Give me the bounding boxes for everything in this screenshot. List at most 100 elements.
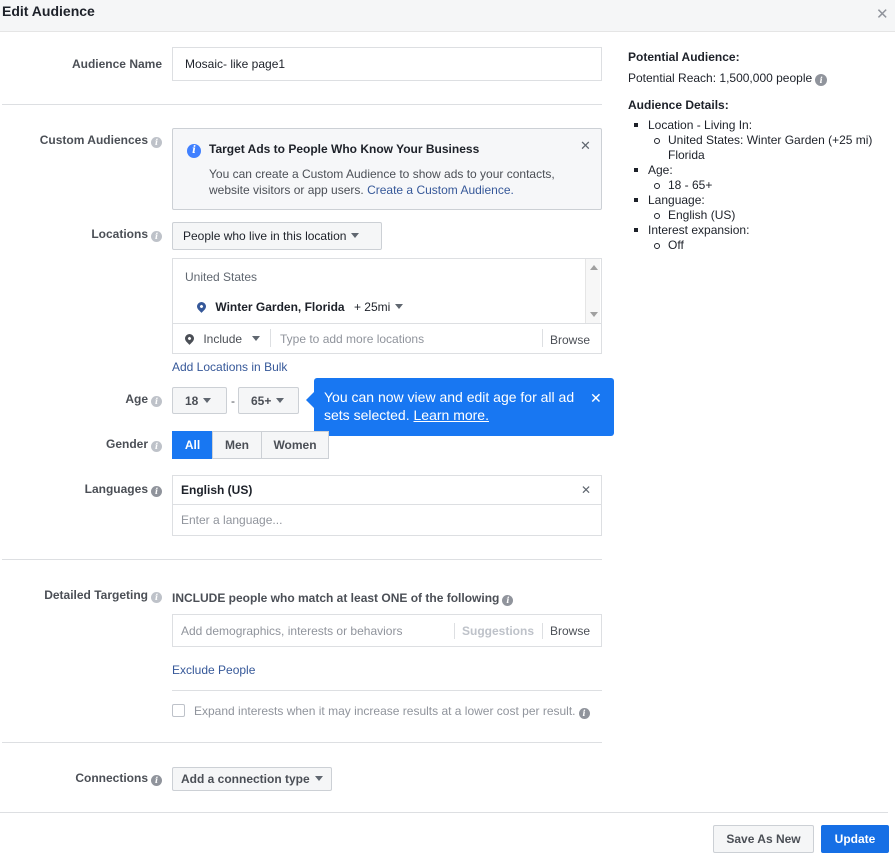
age-sublist: 18 - 65+ [654,178,890,193]
language-input[interactable]: Enter a language... [181,513,282,527]
expand-interests-checkbox[interactable] [172,704,185,717]
dialog-title: Edit Audience [2,3,95,19]
detail-location-state: Florida [668,148,705,162]
save-as-new-button[interactable]: Save As New [713,825,814,853]
list-item: United States: Winter Garden (+25 mi) Flo… [654,133,890,163]
detail-interest-heading: Interest expansion: [648,223,750,237]
language-selected: English (US) [181,483,253,497]
list-item: Location - Living In: United States: Win… [634,118,890,163]
connection-type-dropdown[interactable]: Add a connection type [172,767,332,791]
dialog-header: Edit Audience ✕ [0,0,895,32]
footer-divider [0,812,888,813]
age-label: Age i [125,392,162,407]
chevron-down-icon [276,398,285,403]
detail-language-value: English (US) [668,208,736,222]
info-icon[interactable]: i [151,396,162,407]
exclude-people-link[interactable]: Exclude People [172,663,255,677]
include-dropdown[interactable]: Include [183,332,261,346]
list-item: Age: 18 - 65+ [634,163,890,193]
suggestions-button[interactable]: Suggestions [462,624,534,638]
info-box-title: Target Ads to People Who Know Your Busin… [209,142,480,156]
detailed-targeting-input[interactable]: Add demographics, interests or behaviors [181,624,402,638]
location-item: Winter Garden, Florida + 25mi [195,300,404,314]
close-icon[interactable]: ✕ [876,7,889,22]
age-max-dropdown[interactable]: 65+ [238,387,299,414]
tooltip-body: You can now view and edit age for all ad… [324,388,579,424]
chevron-down-icon [252,336,261,341]
location-sublist: United States: Winter Garden (+25 mi) Flo… [654,133,890,163]
chevron-down-icon [203,398,212,403]
age-min-dropdown[interactable]: 18 [172,387,227,414]
languages-box: English (US) ✕ Enter a language... [172,475,602,536]
info-icon[interactable]: i [815,74,828,86]
audience-name-label: Audience Name [71,57,162,71]
add-locations-bulk-link[interactable]: Add Locations in Bulk [172,360,287,374]
location-pin-icon [183,332,196,345]
divider [454,623,455,639]
learn-more-link[interactable]: Learn more. [414,407,489,423]
update-button[interactable]: Update [821,825,889,853]
close-icon[interactable]: ✕ [581,484,591,496]
info-icon[interactable]: i [151,137,162,148]
locations-scrollbar[interactable] [585,259,600,323]
gender-option-all[interactable]: All [172,431,213,459]
potential-audience-heading: Potential Audience: [628,50,740,64]
info-icon[interactable]: i [151,592,162,603]
location-type-dropdown[interactable]: People who live in this location [172,222,382,250]
detail-age-heading: Age: [648,163,673,177]
languages-label-text: Languages [84,482,148,496]
detailed-targeting-description-text: INCLUDE people who match at least ONE of… [172,591,500,605]
detailed-targeting-browse-button[interactable]: Browse [550,624,590,638]
list-item: 18 - 65+ [654,178,890,193]
info-icon[interactable]: i [578,708,590,719]
gender-label-text: Gender [105,437,148,451]
create-custom-audience-link[interactable]: Create a Custom Audience. [367,183,514,197]
potential-reach-label: Potential Reach: [628,71,717,85]
info-icon[interactable]: i [151,441,162,452]
age-max-value: 65+ [251,394,272,408]
add-location-input[interactable]: Type to add more locations [280,332,424,346]
connections-label: Connections i [75,771,162,786]
connection-type-value: Add a connection type [181,772,310,786]
detail-location-value: United States: Winter Garden (+25 mi) [668,133,873,147]
close-icon[interactable]: ✕ [580,139,591,152]
divider [172,690,602,691]
radius-dropdown[interactable]: + 25mi [354,300,404,314]
location-city: Winter Garden, Florida [215,300,345,314]
info-icon[interactable]: i [151,486,162,497]
scroll-down-icon[interactable] [590,312,598,317]
potential-reach: Potential Reach: 1,500,000 people i [628,71,890,86]
locations-label: Locations i [91,227,162,242]
scroll-up-icon[interactable] [590,265,598,270]
age-min-value: 18 [185,394,199,408]
age-label-text: Age [125,392,148,406]
gender-option-men[interactable]: Men [212,431,262,459]
detailed-targeting-label: Detailed Targeting i [44,588,162,603]
connections-label-text: Connections [75,771,148,785]
info-icon[interactable]: i [502,595,514,606]
close-icon[interactable]: ✕ [590,391,602,405]
divider [542,623,543,639]
gender-option-women[interactable]: Women [261,431,329,459]
languages-label: Languages i [85,482,162,497]
detailed-targeting-label-text: Detailed Targeting [44,588,148,602]
custom-audiences-label: Custom Audiences i [40,133,162,148]
chevron-down-icon [351,233,360,238]
list-item: Language: English (US) [634,193,890,223]
tooltip-arrow [306,392,314,408]
detail-age-value: 18 - 65+ [668,178,713,192]
audience-name-input[interactable]: Mosaic- like page1 [172,47,602,81]
locations-browse-button[interactable]: Browse [550,333,590,347]
location-pin-icon [195,300,208,313]
info-box-body: You can create a Custom Audience to show… [209,166,579,198]
location-type-value: People who live in this location [183,229,347,243]
info-icon[interactable]: i [151,775,162,786]
divider [542,329,543,347]
list-item: English (US) [654,208,890,223]
info-icon[interactable]: i [151,231,162,242]
audience-name-value: Mosaic- like page1 [185,57,286,71]
age-tooltip: You can now view and edit age for all ad… [306,378,614,436]
age-separator: - [231,394,235,408]
detail-location-heading: Location - Living In: [648,118,753,132]
include-value: Include [203,332,243,346]
